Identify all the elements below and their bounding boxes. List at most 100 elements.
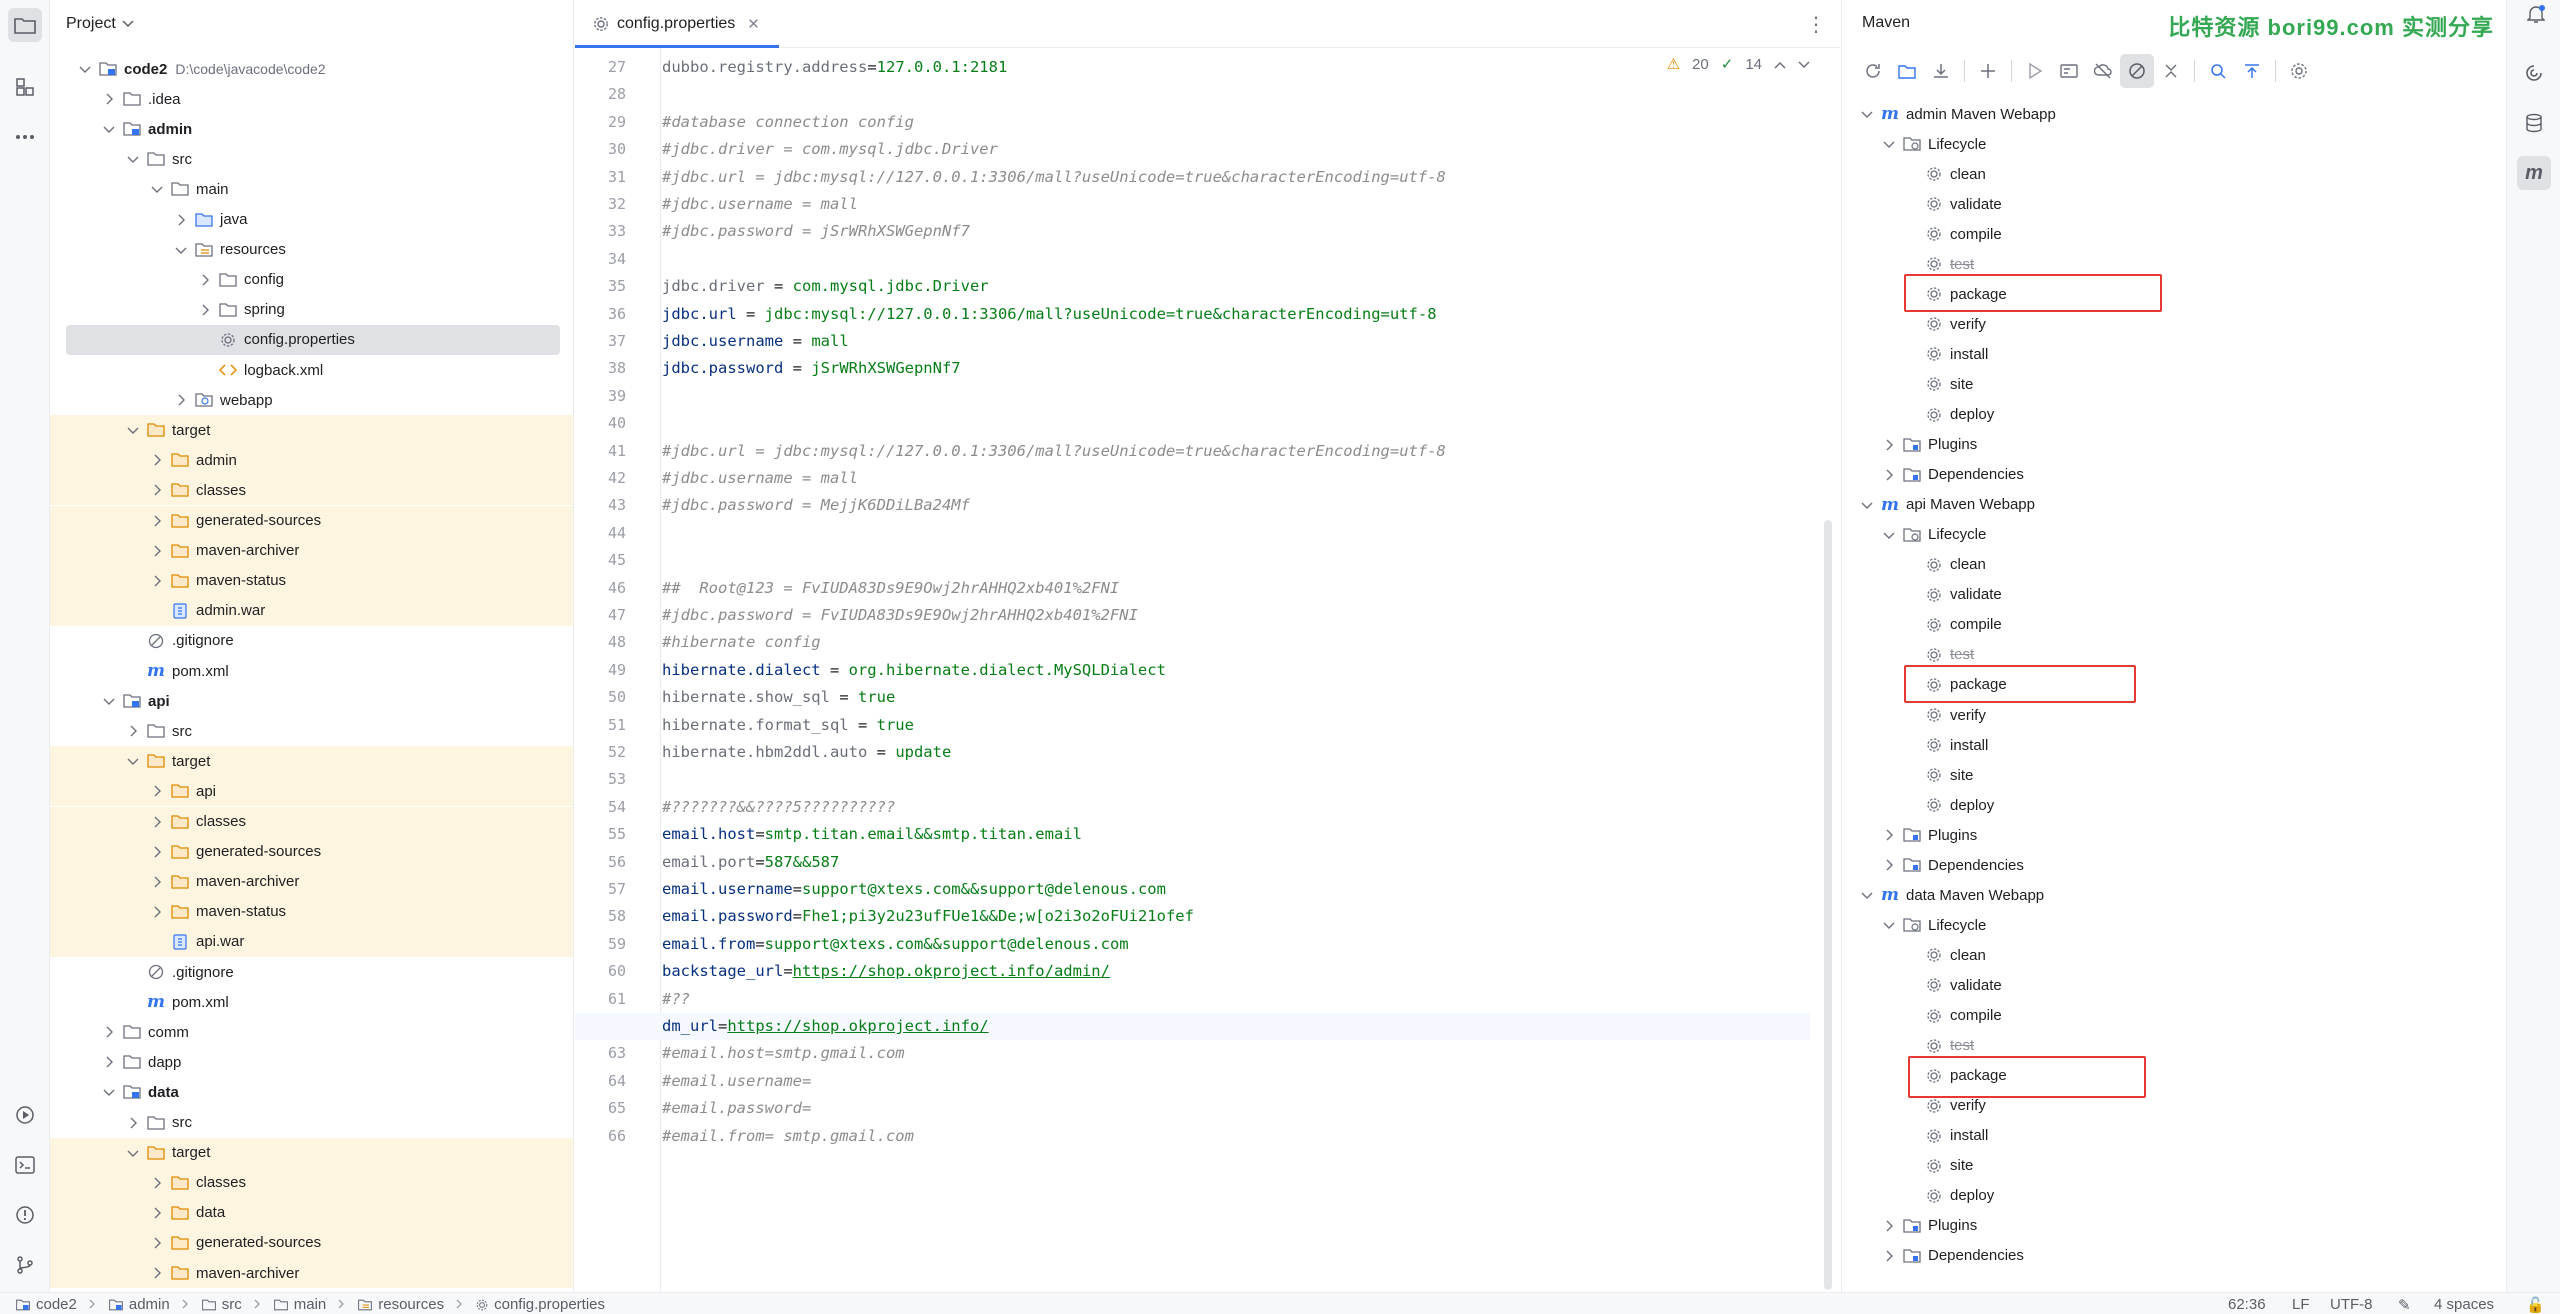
lifecycle-phase-install[interactable]: install xyxy=(1924,339,1988,369)
chevron-right-icon[interactable] xyxy=(1880,1247,1898,1265)
tree-row[interactable]: api.war xyxy=(50,926,573,957)
code-line[interactable]: jdbc.driver = com.mysql.jdbc.Driver xyxy=(575,273,1810,300)
code-line[interactable]: jdbc.username = mall xyxy=(575,328,1810,355)
code-line[interactable]: #email.username= xyxy=(575,1068,1810,1095)
show-diagram-icon[interactable] xyxy=(2235,54,2269,88)
chevron-down-icon[interactable] xyxy=(148,180,166,198)
code-line[interactable] xyxy=(575,383,1810,410)
code-line[interactable]: email.password=Fhe1;pi3y2u23ufFUe1&&De;w… xyxy=(575,903,1810,930)
terminal-icon[interactable] xyxy=(8,1148,42,1182)
maven-project[interactable]: m api Maven Webapp xyxy=(1858,490,2035,520)
plugins-node[interactable]: Plugins xyxy=(1880,430,1977,460)
tree-row[interactable]: data xyxy=(50,1077,573,1107)
chevron-down-icon[interactable] xyxy=(122,15,134,33)
breadcrumb-item[interactable]: admin xyxy=(129,1296,170,1313)
plugins-node[interactable]: Plugins xyxy=(1880,820,1977,850)
chevron-right-icon[interactable] xyxy=(172,211,190,229)
dependencies-node[interactable]: Dependencies xyxy=(1880,1241,2024,1271)
tree-row[interactable]: classes xyxy=(50,475,573,506)
code-line[interactable] xyxy=(575,547,1810,574)
lifecycle-phase-verify[interactable]: verify xyxy=(1924,1091,1986,1121)
code-line[interactable]: dubbo.registry.address=127.0.0.1:2181 xyxy=(575,54,1810,81)
code-line[interactable]: hibernate.dialect = org.hibernate.dialec… xyxy=(575,657,1810,684)
lifecycle-phase-validate[interactable]: validate xyxy=(1924,189,2002,219)
tree-row[interactable]: generated-sources xyxy=(50,505,573,536)
tree-row[interactable]: maven-status xyxy=(50,565,573,596)
lifecycle-phase-validate[interactable]: validate xyxy=(1924,970,2002,1000)
code-line[interactable]: jdbc.url = jdbc:mysql://127.0.0.1:3306/m… xyxy=(575,301,1810,328)
tree-row[interactable]: config xyxy=(50,265,573,295)
maven-icon[interactable]: m xyxy=(2517,156,2551,190)
chevron-right-icon[interactable] xyxy=(100,90,118,108)
tree-row[interactable]: target xyxy=(50,1137,573,1168)
download-icon[interactable] xyxy=(1924,54,1958,88)
tree-row[interactable]: maven-archiver xyxy=(50,1258,573,1288)
tree-row[interactable]: maven-archiver xyxy=(50,535,573,566)
tree-row[interactable]: logback.xml xyxy=(50,355,573,385)
tree-row[interactable]: .gitignore xyxy=(50,626,573,656)
breadcrumb-item[interactable]: config.properties xyxy=(494,1296,605,1313)
more-tools-icon[interactable] xyxy=(8,120,42,154)
tree-row[interactable]: src xyxy=(50,1108,573,1138)
chevron-right-icon[interactable] xyxy=(148,1264,166,1282)
code-line[interactable] xyxy=(575,520,1810,547)
settings-icon[interactable] xyxy=(2282,54,2316,88)
lifecycle-phase-site[interactable]: site xyxy=(1924,369,1973,399)
tree-row[interactable]: code2 D:\code\javacode\code2 xyxy=(50,54,573,84)
services-icon[interactable] xyxy=(8,1098,42,1132)
code-line[interactable]: #jdbc.username = mall xyxy=(575,465,1810,492)
code-line[interactable]: email.port=587&&587 xyxy=(575,849,1810,876)
project-panel-header[interactable]: Project xyxy=(50,0,573,48)
lifecycle-phase-clean[interactable]: clean xyxy=(1924,940,1986,970)
project-folder-icon[interactable] xyxy=(8,8,42,42)
tree-row[interactable]: java xyxy=(50,205,573,235)
chevron-right-icon[interactable] xyxy=(1880,856,1898,874)
run-icon[interactable] xyxy=(2018,54,2052,88)
execute-goal-icon[interactable] xyxy=(2052,54,2086,88)
code-line[interactable]: #jdbc.url = jdbc:mysql://127.0.0.1:3306/… xyxy=(575,438,1810,465)
code-line[interactable]: #email.from= smtp.gmail.com xyxy=(575,1123,1810,1150)
reload-folder-icon[interactable] xyxy=(1890,54,1924,88)
lifecycle-phase-site[interactable]: site xyxy=(1924,760,1973,790)
add-icon[interactable] xyxy=(1971,54,2005,88)
chevron-right-icon[interactable] xyxy=(1880,826,1898,844)
code-line[interactable]: #jdbc.driver = com.mysql.jdbc.Driver xyxy=(575,136,1810,163)
chevron-right-icon[interactable] xyxy=(148,903,166,921)
chevron-right-icon[interactable] xyxy=(148,1234,166,1252)
code-line[interactable]: #???????&&????5?????????? xyxy=(575,794,1810,821)
chevron-right-icon[interactable] xyxy=(148,451,166,469)
tree-row[interactable]: spring xyxy=(50,295,573,325)
lifecycle-phase-install[interactable]: install xyxy=(1924,730,1988,760)
analyze-dependencies-icon[interactable] xyxy=(2201,54,2235,88)
code-line[interactable] xyxy=(575,246,1810,273)
code-line[interactable]: #jdbc.password = jSrWRhXSWGepnNf7 xyxy=(575,218,1810,245)
tree-row[interactable]: classes xyxy=(50,1167,573,1198)
lifecycle-phase-verify[interactable]: verify xyxy=(1924,309,1986,339)
chevron-right-icon[interactable] xyxy=(100,1053,118,1071)
tree-row[interactable]: data xyxy=(50,1197,573,1228)
chevron-right-icon[interactable] xyxy=(196,271,214,289)
code-line[interactable] xyxy=(575,81,1810,108)
code-line[interactable]: #jdbc.url = jdbc:mysql://127.0.0.1:3306/… xyxy=(575,164,1810,191)
plugins-node[interactable]: Plugins xyxy=(1880,1211,1977,1241)
lifecycle-phase-clean[interactable]: clean xyxy=(1924,550,1986,580)
chevron-right-icon[interactable] xyxy=(124,1114,142,1132)
chevron-right-icon[interactable] xyxy=(100,1023,118,1041)
chevron-down-icon[interactable] xyxy=(100,120,118,138)
tree-row[interactable]: generated-sources xyxy=(50,836,573,867)
tree-row[interactable]: api xyxy=(50,686,573,716)
chevron-down-icon[interactable] xyxy=(1880,916,1898,934)
lifecycle-phase-site[interactable]: site xyxy=(1924,1151,1973,1181)
chevron-down-icon[interactable] xyxy=(100,692,118,710)
code-line[interactable]: hibernate.show_sql = true xyxy=(575,684,1810,711)
chevron-right-icon[interactable] xyxy=(148,572,166,590)
reload-icon[interactable] xyxy=(1856,54,1890,88)
notifications-icon[interactable] xyxy=(2526,4,2546,29)
breadcrumb-item[interactable]: main xyxy=(294,1296,327,1313)
tree-row[interactable]: comm xyxy=(50,1017,573,1047)
indent-setting[interactable]: 4 spaces xyxy=(2434,1296,2494,1313)
tree-row[interactable]: generated-sources xyxy=(50,1227,573,1258)
code-line[interactable]: ## Root@123 = FvIUDA83Ds9E9Owj2hrAHHQ2xb… xyxy=(575,575,1810,602)
tree-row[interactable]: m pom.xml xyxy=(50,656,573,686)
code-line[interactable] xyxy=(575,766,1810,793)
